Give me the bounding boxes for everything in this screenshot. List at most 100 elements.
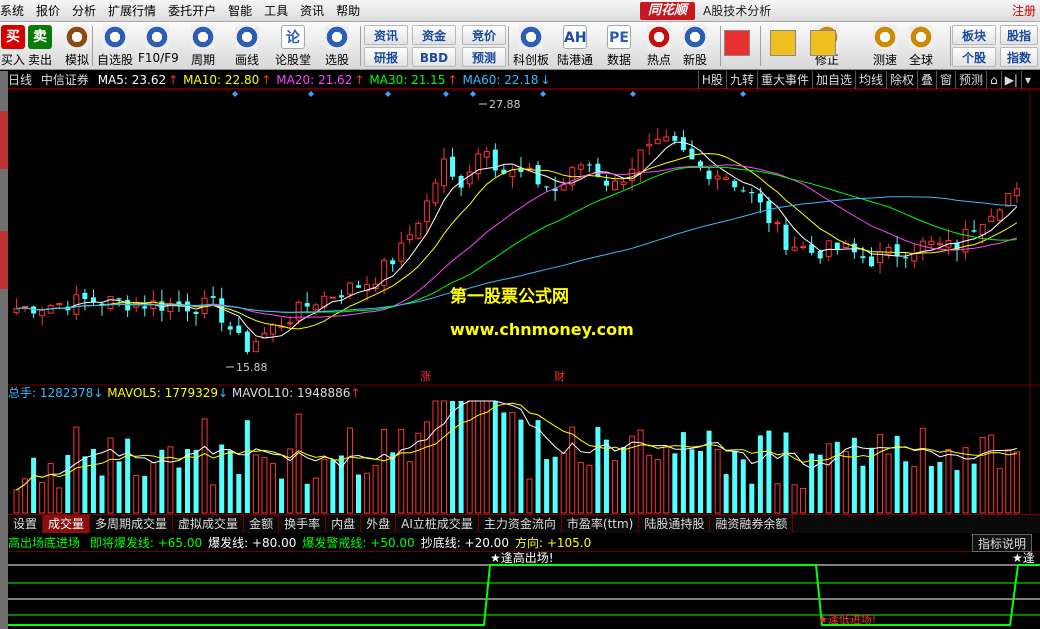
sector-grid-icon[interactable] <box>724 30 750 56</box>
volume-tab-12[interactable]: 融资融券余额 <box>710 515 794 533</box>
volume-bar <box>962 447 969 514</box>
event-marker-icon[interactable] <box>740 91 746 97</box>
quick-button-9[interactable]: 指数 <box>1000 47 1038 67</box>
volume-tab-1[interactable]: 成交量 <box>43 515 91 533</box>
volume-tab-3[interactable]: 虚拟成交量 <box>173 515 245 533</box>
menu-item-2[interactable]: 分析 <box>66 0 102 22</box>
indicator-explain-button[interactable]: 指标说明 <box>971 534 1032 552</box>
chart-tab-3[interactable]: 加自选 <box>811 71 855 89</box>
quick-button-8[interactable]: 股指 <box>1000 25 1038 45</box>
quick-button-5[interactable]: 预测 <box>462 47 506 67</box>
volume-tab-10[interactable]: 市盈率(ttm) <box>562 515 640 533</box>
volume-bar <box>492 401 498 513</box>
event-marker-icon[interactable] <box>630 91 636 97</box>
quick-button-3[interactable]: BBD <box>412 47 456 67</box>
event-marker-icon[interactable] <box>232 91 238 97</box>
toolbar-button-16[interactable]: 全球 <box>902 24 940 68</box>
watermark-title: 第一股票公式网 <box>450 286 569 307</box>
volume-tab-11[interactable]: 陆股通持股 <box>639 515 711 533</box>
toolbar-button-2[interactable]: 模拟 <box>58 24 96 68</box>
globe-icon <box>909 25 933 49</box>
chart-tab-6[interactable]: 叠 <box>917 71 936 89</box>
论-icon: 论 <box>281 25 305 49</box>
volume-tab-7[interactable]: 外盘 <box>361 515 397 533</box>
menu-item-0[interactable]: 系统 <box>0 0 30 22</box>
left-arrow-icon[interactable] <box>770 30 796 56</box>
side-tab[interactable] <box>0 231 8 289</box>
chart-tab-7[interactable]: 窗 <box>936 71 955 89</box>
chart-tab-2[interactable]: 重大事件 <box>756 71 812 89</box>
quick-button-1[interactable]: 研报 <box>364 47 408 67</box>
buy-signal-label: ★逢低进场! <box>818 612 876 626</box>
toolbar-button-0[interactable]: 买买入 <box>0 24 26 68</box>
toolbar-button-4[interactable]: F10/F9 <box>138 24 179 68</box>
toolbar-button-1[interactable]: 卖卖出 <box>27 24 53 68</box>
toolbar-button-13[interactable]: 新股 <box>676 24 714 68</box>
chart-tab-8[interactable]: 预测 <box>955 71 986 89</box>
left-side-tabs[interactable] <box>0 71 8 629</box>
menu-item-4[interactable]: 委托开户 <box>162 0 222 22</box>
toolbar-button-10[interactable]: AH 陆港通 <box>556 24 594 68</box>
volume-bar <box>766 430 772 513</box>
candle-body <box>646 143 653 147</box>
toolbar-button-11[interactable]: PE 数据 <box>600 24 638 68</box>
volume-tab-6[interactable]: 内盘 <box>326 515 362 533</box>
toolbar-button-5[interactable]: 周期 <box>184 24 222 68</box>
toolbar-button-6[interactable]: 画线 <box>228 24 266 68</box>
candle-body <box>423 200 430 223</box>
menu-item-8[interactable]: 帮助 <box>330 0 366 22</box>
toolbar-button-7[interactable]: 论论股堂 <box>274 24 312 68</box>
volume-tab-2[interactable]: 多周期成交量 <box>90 515 174 533</box>
candle-body <box>834 242 840 250</box>
event-marker-icon[interactable] <box>443 91 449 97</box>
high-price-label: 27.88 <box>489 98 521 111</box>
chart-tab-0[interactable]: H股 <box>697 71 726 89</box>
volume-tab-9[interactable]: 主力资金流向 <box>479 515 562 533</box>
toolbar-button-15[interactable]: 测速 <box>866 24 904 68</box>
candle-body <box>210 296 216 298</box>
menu-item-1[interactable]: 报价 <box>30 0 66 22</box>
play-end-icon[interactable]: ▶| <box>1000 71 1021 89</box>
indicator-item-0: 即将爆发线: +65.00 <box>89 536 203 550</box>
chart-tab-4[interactable]: 均线 <box>854 71 886 89</box>
volume-bar <box>928 465 934 513</box>
up-down-arrow-icon[interactable] <box>810 30 836 56</box>
menu-item-5[interactable]: 智能 <box>222 0 258 22</box>
menu-item-7[interactable]: 资讯 <box>294 0 330 22</box>
quick-button-4[interactable]: 竞价 <box>462 25 506 45</box>
event-marker-icon[interactable] <box>308 91 314 97</box>
volume-bar <box>338 455 344 513</box>
volume-bar <box>698 451 703 513</box>
register-link[interactable]: 注册 <box>1012 0 1036 22</box>
volume-tab-4[interactable]: 金额 <box>244 515 280 533</box>
toolbar-separator <box>92 26 93 66</box>
quick-button-2[interactable]: 资金 <box>412 25 456 45</box>
toolbar-button-8[interactable]: 选股 <box>318 24 356 68</box>
dropdown-icon[interactable]: ▾ <box>1020 71 1034 89</box>
toolbar-button-12[interactable]: 热点 <box>640 24 678 68</box>
event-marker-icon[interactable] <box>385 91 391 97</box>
event-marker-icon[interactable] <box>470 91 476 97</box>
event-marker-icon[interactable] <box>540 91 546 97</box>
volume-tab-5[interactable]: 换手率 <box>279 515 327 533</box>
volume-tab-8[interactable]: AI立桩成交量 <box>396 515 479 533</box>
toolbar-button-9[interactable]: 科创板 <box>512 24 550 68</box>
candle-body <box>936 242 943 246</box>
volume-tab-0[interactable]: 设置 <box>8 515 44 533</box>
lock-icon[interactable]: ⌂ <box>986 71 1001 89</box>
menu-item-6[interactable]: 工具 <box>258 0 294 22</box>
volume-bar <box>612 460 618 514</box>
chart-tab-1[interactable]: 九转 <box>725 71 757 89</box>
chart-tab-5[interactable]: 除权 <box>886 71 917 89</box>
side-tab[interactable] <box>0 111 8 169</box>
toolbar-button-3[interactable]: 自选股 <box>96 24 134 68</box>
volume-bar <box>330 459 336 513</box>
candle-body <box>928 240 935 245</box>
quick-button-7[interactable]: 个股 <box>952 47 996 67</box>
ma-label-4: MA60: 22.18 <box>462 73 539 87</box>
app-window: 系统 报价 分析 扩展行情 委托开户 智能 工具 资讯 帮助 同花顺 A股技术分析 注册 买买入… <box>0 0 1040 629</box>
quick-button-6[interactable]: 板块 <box>952 25 996 45</box>
quick-button-0[interactable]: 资讯 <box>364 25 408 45</box>
menu-item-3[interactable]: 扩展行情 <box>102 0 162 22</box>
volume-bar <box>261 457 268 514</box>
